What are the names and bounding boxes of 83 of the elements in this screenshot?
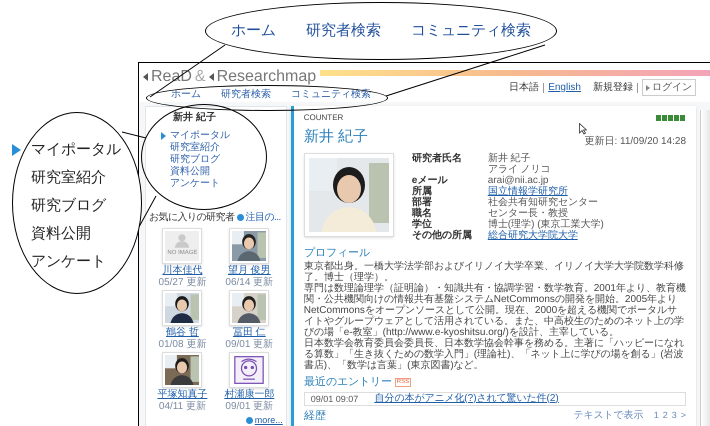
language-link[interactable]: 日本語 [509, 80, 540, 95]
update-date: 05/27 更新 [158, 277, 206, 288]
callout-nav-label: コミュニティ検索 [411, 20, 531, 41]
menu-item[interactable]: 研究ブログ [170, 154, 220, 166]
page-link[interactable]: 2 [662, 409, 668, 422]
update-date: 09/01 更新 [225, 401, 274, 412]
triangle-icon [208, 73, 214, 81]
field-label: 研究者氏名 [412, 152, 463, 166]
callout-nav-label: ホーム [231, 20, 276, 41]
nav-link[interactable]: コミュニティ検索 [291, 87, 371, 102]
login-button[interactable]: ログイン [642, 79, 696, 96]
callout-menu-label: マイポータル [31, 140, 121, 160]
entry-link[interactable]: 自分の本がアニメ化(?)されて驚いた件(2) [374, 392, 559, 404]
field-label: 学位 [412, 218, 433, 230]
nav-link[interactable]: 研究者検索 [221, 87, 271, 102]
counter-label: COUNTER [304, 112, 344, 124]
section-heading: 経歴 [304, 408, 326, 424]
field-label: その他の所属 [412, 230, 473, 240]
field-value: アライ ノリコ [488, 164, 551, 174]
researcher-name-heading: 新井 紀子 [304, 127, 368, 147]
menu-item[interactable]: 資料公開 [170, 166, 210, 178]
pointer-cursor-icon [579, 123, 587, 135]
nav-link[interactable]: ホーム [171, 87, 201, 102]
callout-menu-label: 資料公開 [31, 224, 91, 244]
thumbnail-frame[interactable] [229, 290, 270, 326]
researcher-name-link[interactable]: 鶴谷 哲 [166, 327, 199, 339]
field-value-link[interactable]: 国立情報学研究所 [488, 186, 568, 196]
updated-date: 更新日: 11/09/20 14:28 [584, 134, 686, 148]
researcher-name-link[interactable]: 村瀬康一郎 [224, 389, 274, 401]
callout-menu-label: 研究室紹介 [31, 168, 106, 188]
entry-date: 09/01 09:07 [310, 392, 358, 404]
researcher-name-link[interactable]: 冨田 仁 [232, 327, 266, 339]
field-value: arai@nii.ac.jp [488, 174, 548, 186]
stamp-drawing [232, 355, 266, 385]
field-label: 職名 [412, 208, 433, 218]
field-value-link[interactable]: 総合研究大学院大学 [488, 230, 578, 240]
researcher-name-link[interactable]: 平塚知真子 [157, 389, 208, 401]
text-view-link[interactable]: テキストで表示 [574, 408, 644, 424]
menu-item[interactable]: 研究室紹介 [170, 142, 220, 154]
favorites-link[interactable]: 注目の... [246, 210, 281, 225]
play-icon [646, 84, 650, 90]
field-value: 社会共有知研究センター [488, 196, 598, 208]
update-date: 09/01 更新 [225, 339, 274, 350]
triangle-icon [143, 73, 148, 81]
menu-item[interactable]: マイポータル [170, 130, 230, 142]
field-label: 所属 [412, 186, 433, 196]
language-link[interactable]: English [548, 80, 581, 95]
thumbnail-frame[interactable] [162, 290, 202, 326]
profile-paragraph: 東京都出身。一橋大学法学部およびイリノイ大学卒業、イリノイ大学大学院数学科修了。博士（理学）。 [304, 261, 684, 283]
researcher-name-link[interactable]: 川本佳代 [162, 265, 202, 277]
thumbnail-frame[interactable] [229, 228, 270, 264]
person-silhouette-icon [173, 233, 192, 248]
page-link[interactable]: 3 [672, 409, 677, 422]
field-value: 新井 紀子 [488, 152, 532, 164]
favorites-title: お気に入りの研究者 [149, 210, 234, 225]
thumbnail-frame[interactable] [229, 352, 270, 388]
field-value: 博士(理学) (東京工業大学) [488, 218, 604, 230]
thumbnail-frame[interactable] [162, 352, 202, 388]
update-date: 01/08 更新 [158, 339, 206, 350]
profile-paragraph: 専門は数理論理学（証明論）・知識共有・協調学習・数学教育。2001年より、教育機関・公共機関向けの情報共有基盤システムNetCommonsの開発を開始。2005年よりNetCommonsをオープンソースとして公開。現在、2000を超える機関でポータルサイトやグループウェアとして活用されている。また、中高校生のためのネット上の学びの場「e-教室」(http://www.e-kyoshitsu.org/)を設計、主宰している。 [304, 283, 686, 338]
more-link[interactable]: more... [254, 414, 283, 426]
page-link[interactable]: > [680, 409, 686, 422]
section-heading: 最近のエントリー [304, 375, 392, 390]
logo-text: & [194, 67, 206, 87]
update-date: 04/11 更新 [158, 401, 206, 412]
profile-paragraph: 日本数学会教育委員会委員長、日本数学協会幹事を務める。主著に「ハッピーになれる算数」「生き抜くための数学入門」(理論社)、「ネット上に学びの場を創る」(岩波書店)、「数学は言葉」(東京図書)など。 [304, 338, 685, 371]
field-label: 部署 [412, 196, 433, 208]
researcher-name-link[interactable]: 望月 俊男 [228, 265, 271, 277]
counter-drawing [656, 115, 686, 121]
register-link[interactable]: 新規登録 [593, 80, 633, 95]
callout-menu-label: アンケート [31, 252, 106, 272]
page-link[interactable]: 1 [654, 409, 659, 422]
callout-menu-label: 研究ブログ [31, 196, 106, 216]
callout-nav-label: 研究者検索 [306, 20, 381, 41]
owner-name: 新井 紀子 [173, 112, 217, 124]
field-value: センター長・教授 [488, 208, 568, 218]
update-date: 06/14 更新 [225, 277, 274, 288]
menu-item[interactable]: アンケート [170, 178, 220, 190]
plus-icon [236, 214, 244, 221]
field-label: eメール [412, 174, 449, 186]
logo-text: Researchmap [216, 67, 316, 87]
section-heading: プロフィール [304, 246, 371, 260]
more-icon [246, 417, 253, 424]
